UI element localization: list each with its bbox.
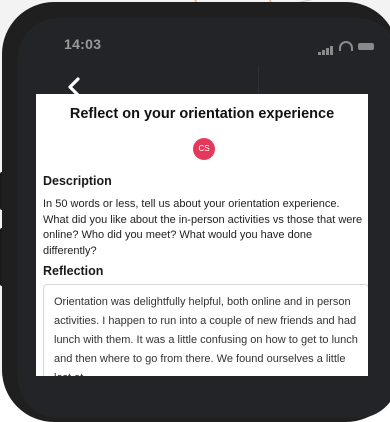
reflection-textarea[interactable]: Orientation was delightfully helpful, bo… [43,284,368,376]
status-bar: 14:03 [18,18,390,66]
description-text: In 50 words or less, tell us about your … [43,198,363,257]
page-title: Reflect on your orientation experience [69,106,335,122]
reflection-text: Orientation was delightfully helpful, bo… [54,296,358,376]
reflection-label: Reflection [43,264,104,278]
status-icons [318,37,374,55]
signal-icon [318,37,334,55]
avatar[interactable]: CS [193,138,215,160]
battery-icon [358,42,374,50]
content-card: Reflect on your orientation experience C… [36,94,368,376]
status-time: 14:03 [64,36,102,52]
description-label: Description [43,174,112,188]
wifi-icon [339,41,353,51]
